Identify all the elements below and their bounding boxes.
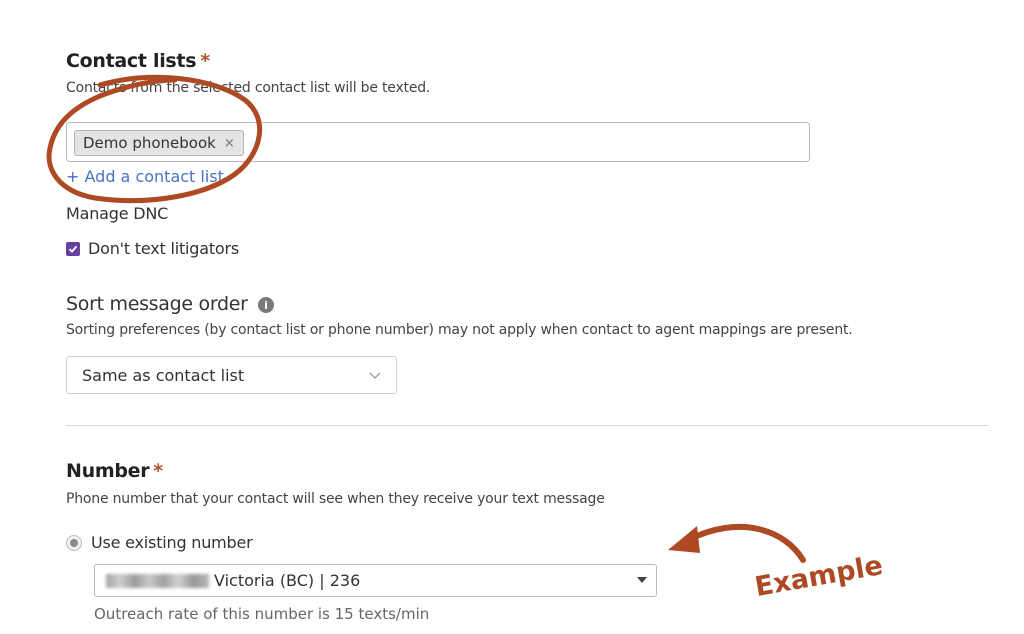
annotation-overlay — [46, 74, 806, 563]
annotation-circle — [46, 74, 263, 204]
annotation-arrow — [685, 523, 806, 563]
arrow-head-icon — [668, 526, 700, 553]
